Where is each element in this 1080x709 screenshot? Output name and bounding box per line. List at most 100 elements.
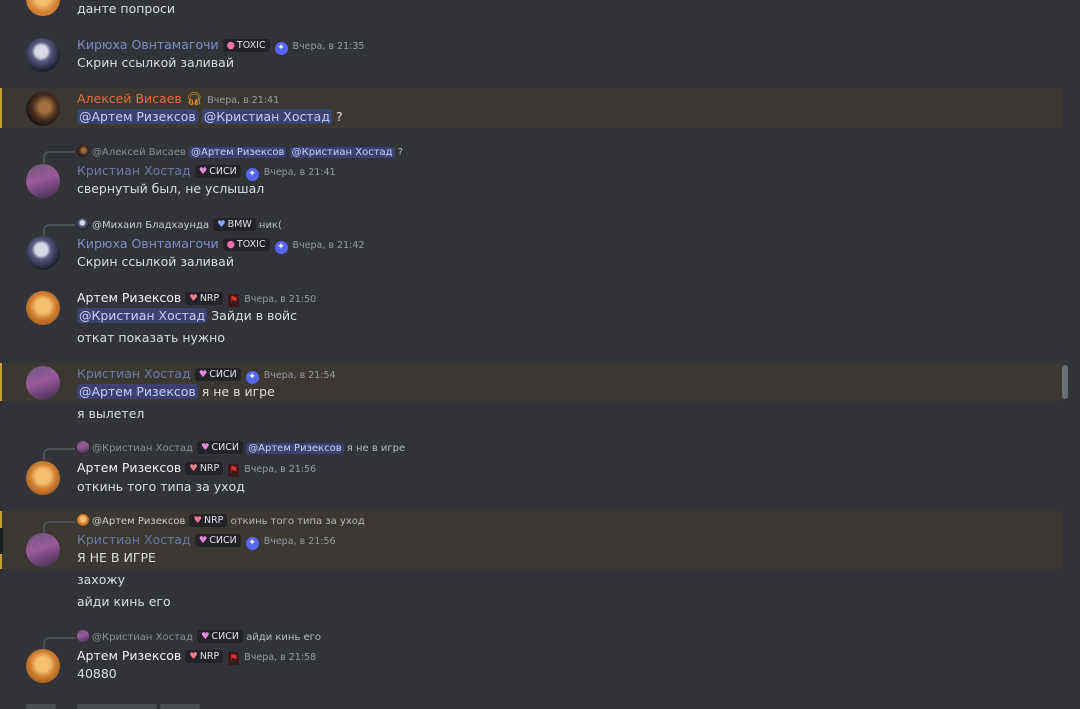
mention[interactable]: @Артем Ризексов [246, 443, 344, 454]
reply-preview[interactable]: @Артем Ризексов ♥ NRP откинь того типа за … [77, 514, 365, 528]
reply-text: откинь того типа за уход [230, 516, 365, 527]
avatar[interactable] [26, 461, 60, 495]
avatar-peek [26, 704, 56, 709]
message-text: @Кристиан Хостад Зайди в войс [77, 307, 297, 325]
message-header: Артем Ризексов ♥ NRP ⚑ Вчера, в 21:58 [77, 647, 316, 665]
message-text: данте попроси [77, 1, 175, 16]
message-text: свернутый был, не услышал [77, 181, 265, 196]
mention[interactable]: @Артем Ризексов [77, 384, 198, 399]
avatar[interactable] [26, 38, 60, 72]
role-tag[interactable]: ♥ NRP [185, 650, 224, 663]
timestamp[interactable]: Вчера, в 21:56 [264, 536, 336, 547]
reply-username[interactable]: @Алексей Висаев [92, 147, 186, 158]
scrollbar-thumb[interactable] [1062, 365, 1068, 399]
headset-icon: 🎧︎ [185, 92, 203, 107]
avatar[interactable] [26, 236, 60, 270]
username[interactable]: Кирюха Овнтамагочи [77, 37, 219, 52]
role-tag[interactable]: ♥ BMW [213, 218, 256, 231]
message-header: Кирюха Овнтамагочи ● TOXIC ✦ Вчера, в 21:42 [77, 235, 365, 254]
mention[interactable]: @Кристиан Хостад [201, 109, 332, 124]
heart-icon: ♥ [217, 219, 226, 230]
shield-badge-icon[interactable]: ✦ [245, 537, 259, 550]
reply-username[interactable]: @Артем Ризексов [92, 516, 185, 527]
avatar[interactable] [26, 649, 60, 683]
reply-spine [43, 637, 75, 649]
heart-icon: ♥ [200, 631, 210, 642]
timestamp[interactable]: Вчера, в 21:41 [207, 95, 279, 106]
heart-icon: ♥ [193, 515, 202, 526]
heart-icon: ● [226, 40, 235, 51]
avatar[interactable] [26, 291, 60, 325]
username[interactable]: Кристиан Хостад [77, 163, 191, 178]
message-text: откинь того типа за уход [77, 479, 245, 494]
reply-text: айди кинь его [246, 632, 322, 643]
role-tag-label: NRP [199, 463, 220, 474]
role-tag-label: СИСИ [211, 442, 239, 453]
timestamp[interactable]: Вчера, в 21:58 [244, 652, 316, 663]
timestamp[interactable]: Вчера, в 21:41 [264, 167, 336, 178]
message-text: Скрин ссылкой заливай [77, 254, 234, 269]
message-text: я вылетел [77, 406, 145, 421]
avatar[interactable] [26, 533, 60, 567]
username[interactable]: Артем Ризексов [77, 648, 181, 663]
reply-preview[interactable]: @Кристиан Хостад ♥ СИСИ айди кинь его [77, 630, 321, 644]
message-header: Кристиан Хостад ♥ СИСИ ✦ Вчера, в 21:54 [77, 365, 336, 384]
avatar[interactable] [26, 366, 60, 400]
reply-username[interactable]: @Кристиан Хостад [92, 443, 193, 454]
username[interactable]: Кирюха Овнтамагочи [77, 236, 219, 251]
role-tag[interactable]: ♥ СИСИ [196, 630, 243, 643]
role-tag-label: СИСИ [209, 369, 237, 380]
reply-preview[interactable]: @Алексей Висаев @Артем Ризексов @Кристиа… [77, 145, 403, 159]
red-role-badge-icon[interactable]: ⚑ [228, 464, 240, 477]
reply-username[interactable]: @Кристиан Хостад [92, 632, 193, 643]
message-header: Кристиан Хостад ♥ СИСИ ✦ Вчера, в 21:56 [77, 531, 336, 550]
username[interactable]: Алексей Висаев [77, 91, 182, 106]
message-header: Кристиан Хостад ♥ СИСИ ✦ Вчера, в 21:41 [77, 162, 336, 181]
timestamp[interactable]: Вчера, в 21:50 [244, 294, 316, 305]
role-tag[interactable]: ♥ NRP [185, 462, 224, 475]
message-tail: ? [331, 109, 343, 124]
next-message-peek [0, 702, 1080, 709]
role-tag[interactable]: ● TOXIC [222, 39, 270, 52]
mention[interactable]: @Артем Ризексов [77, 109, 198, 124]
role-tag[interactable]: ♥ СИСИ [194, 534, 241, 547]
reply-text: ? [394, 147, 404, 158]
username[interactable]: Кристиан Хостад [77, 366, 191, 381]
role-tag[interactable]: ♥ СИСИ [194, 368, 241, 381]
role-tag-label: BMW [227, 219, 252, 230]
red-role-badge-icon[interactable]: ⚑ [228, 652, 240, 665]
role-tag-label: NRP [199, 293, 220, 304]
message-header: Алексей Висаев 🎧︎ Вчера, в 21:41 [77, 90, 279, 108]
reply-preview[interactable]: @Кристиан Хостад ♥ СИСИ @Артем Ризексов я … [77, 441, 405, 455]
mention[interactable]: @Артем Ризексов [188, 147, 287, 158]
username[interactable]: Артем Ризексов [77, 290, 181, 305]
role-tag-label: СИСИ [209, 535, 237, 546]
red-role-badge-icon[interactable]: ⚑ [228, 294, 240, 307]
message-tail: Зайди в войс [207, 308, 298, 323]
avatar[interactable] [26, 92, 60, 126]
role-tag[interactable]: ♥ СИСИ [194, 165, 241, 178]
reply-text: ник( [258, 220, 282, 231]
username[interactable]: Артем Ризексов [77, 460, 181, 475]
username[interactable]: Кристиан Хостад [77, 532, 191, 547]
shield-badge-icon[interactable]: ✦ [274, 42, 288, 55]
role-tag[interactable]: ♥ NRP [185, 292, 224, 305]
timestamp[interactable]: Вчера, в 21:56 [244, 464, 316, 475]
mention[interactable]: @Кристиан Хостад [289, 147, 395, 158]
message-text: @Артем Ризексов @Кристиан Хостад ? [77, 108, 343, 126]
role-tag[interactable]: ● TOXIC [222, 238, 270, 251]
timestamp[interactable]: Вчера, в 21:42 [293, 240, 365, 251]
mention[interactable]: @Кристиан Хостад [77, 308, 208, 323]
role-tag-label: NRP [199, 651, 220, 662]
shield-badge-icon[interactable]: ✦ [274, 241, 288, 254]
reply-username[interactable]: @Михаил Бладхаунда [92, 220, 209, 231]
role-tag[interactable]: ♥ СИСИ [196, 441, 243, 454]
avatar[interactable] [26, 164, 60, 198]
timestamp[interactable]: Вчера, в 21:35 [293, 41, 365, 52]
mini-avatar [77, 145, 89, 157]
role-tag[interactable]: ♥ NRP [189, 514, 228, 527]
role-tag-label: TOXIC [236, 239, 266, 250]
timestamp[interactable]: Вчера, в 21:54 [264, 370, 336, 381]
avatar[interactable] [26, 0, 60, 16]
reply-preview[interactable]: @Михаил Бладхаунда ♥ BMW ник( [77, 218, 282, 232]
